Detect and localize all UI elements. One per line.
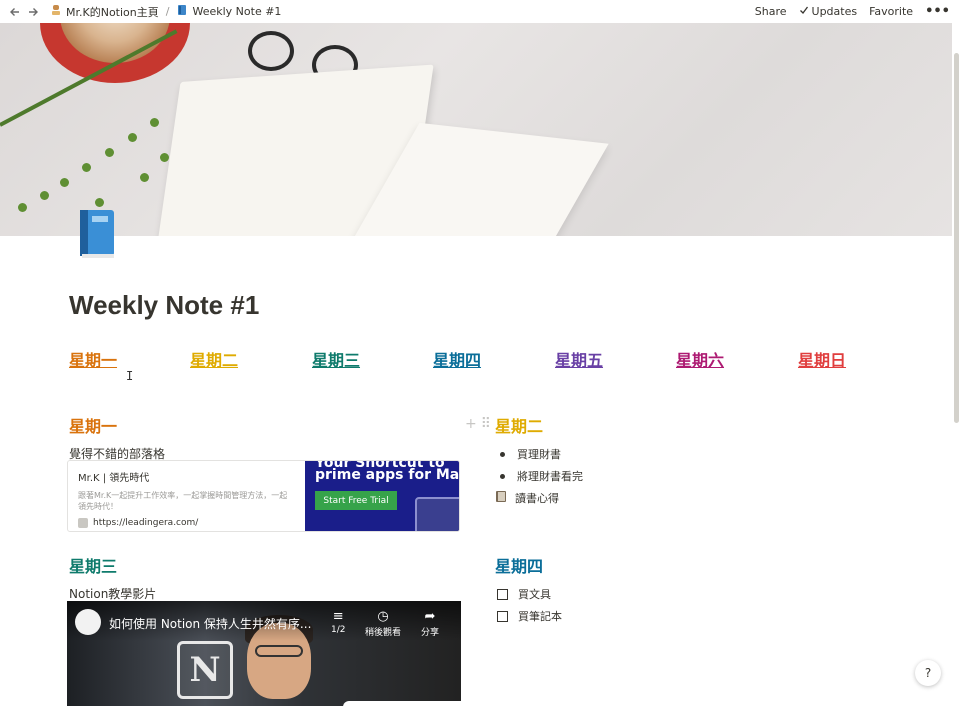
list-item[interactable]: 將理財書看完 [495,465,895,487]
add-block-icon[interactable]: + [465,416,477,432]
breadcrumb-current-label: Weekly Note #1 [192,5,282,18]
share-video-label: 分享 [421,628,440,638]
plant-leaf [105,148,114,157]
clock-icon: ◷ [377,609,389,624]
todo-item[interactable]: 買文具 [495,583,895,605]
ad-cta-button: Start Free Trial [315,491,397,510]
breadcrumb-current[interactable]: Weekly Note #1 [176,4,281,19]
checkmark-icon [799,5,809,18]
todo-item-text: 買筆記本 [518,610,562,623]
day-link-friday[interactable]: 星期五 [555,347,603,371]
ad-headline-2: prime apps for Mac [315,467,459,483]
forward-arrow-icon[interactable] [26,5,40,19]
video-caption-box [343,701,461,706]
watch-later-label: 稍後觀看 [365,628,402,638]
page-title[interactable]: Weekly Note #1 [69,290,259,321]
more-options-icon[interactable]: ••• [925,4,950,19]
presenter-glasses-image [255,645,303,657]
plant-leaf [95,198,104,207]
bullet-icon [500,473,505,479]
list-item-text: 買理財書 [517,448,561,461]
day-link-thursday[interactable]: 星期四 [433,347,481,371]
plant-leaf [128,133,137,142]
plant-leaf [60,178,69,187]
monday-heading[interactable]: 星期一 [69,413,459,437]
drag-handle-icon[interactable]: ⠿ [481,416,491,432]
page-link-item[interactable]: 讀書心得 [495,487,895,509]
thursday-heading[interactable]: 星期四 [495,553,895,577]
day-link-monday[interactable]: 星期一 [69,347,117,371]
bullet-icon [500,451,505,457]
monday-column: 星期一 覺得不錯的部落格 [69,413,459,462]
page-book-icon[interactable] [76,208,118,260]
scrollbar[interactable] [952,23,960,706]
list-item-text: 將理財書看完 [517,470,583,483]
channel-avatar[interactable] [75,609,101,635]
updates-button[interactable]: Updates [799,5,858,18]
bookmark-preview-image: Your Shortcut to prime apps for Mac Star… [305,461,459,531]
bookmark-url-text: https://leadingera.com/ [93,518,199,528]
playlist-icon: ≡ [332,609,344,624]
plant-leaf [160,153,169,162]
person-icon [50,4,62,19]
bookmark-description: 跟著Mr.K一起提升工作效率，一起掌握時間管理方法，一起領先時代！ [78,491,288,511]
block-handle: + ⠿ [465,416,491,432]
thursday-column: 星期四 買文具 買筆記本 [495,553,895,627]
share-arrow-icon: ➦ [424,609,436,624]
breadcrumb: Mr.K的Notion主頁 / Weekly Note #1 [50,4,281,20]
share-button[interactable]: Share [755,5,787,18]
plant-leaf [82,163,91,172]
page-link-label: 讀書心得 [515,492,559,505]
cover-image [0,23,952,236]
updates-label: Updates [811,5,858,18]
todo-item[interactable]: 買筆記本 [495,605,895,627]
text-cursor-icon: I [126,369,134,383]
tuesday-bullet-list: 買理財書 將理財書看完 讀書心得 [495,443,895,509]
thursday-todo-list: 買文具 買筆記本 [495,583,895,627]
watch-later-control[interactable]: ◷ 稍後觀看 [365,609,401,638]
favicon-icon [78,518,88,528]
back-arrow-icon[interactable] [8,5,22,19]
video-title[interactable]: 如何使用 Notion 保持人生井然有序... [109,615,311,632]
playlist-control[interactable]: ≡ 1/2 [331,609,345,635]
wednesday-heading[interactable]: 星期三 [69,553,459,577]
bookmark-url: https://leadingera.com/ [78,518,295,528]
list-item[interactable]: 買理財書 [495,443,895,465]
share-video-control[interactable]: ➦ 分享 [421,609,439,638]
day-link-saturday[interactable]: 星期六 [676,347,724,371]
glasses-left-image [248,31,294,71]
laptop-screen-image [415,497,459,531]
bookmark-title: Mr.K | 領先時代 [78,473,150,484]
breadcrumb-home-label: Mr.K的Notion主頁 [66,5,159,19]
bookmark-text: Mr.K | 領先時代 跟著Mr.K一起提升工作效率，一起掌握時間管理方法，一起… [68,461,305,531]
notion-logo-image: N [177,641,233,699]
book-icon [176,4,188,19]
playlist-count: 1/2 [331,625,346,635]
bookmark-card[interactable]: Mr.K | 領先時代 跟著Mr.K一起提升工作效率，一起掌握時間管理方法，一起… [67,460,460,532]
checkbox[interactable] [497,610,508,622]
plant-leaf [150,118,159,127]
day-link-tuesday[interactable]: 星期二 [190,347,238,371]
notebook-icon [495,490,507,506]
help-button[interactable]: ? [915,660,941,686]
tuesday-heading[interactable]: 星期二 [495,413,895,437]
scrollbar-thumb[interactable] [954,53,959,423]
day-link-wednesday[interactable]: 星期三 [312,347,360,371]
todo-item-text: 買文具 [518,588,551,601]
tuesday-column: 星期二 買理財書 將理財書看完 讀書心得 [495,413,895,509]
wednesday-subtitle[interactable]: Notion教學影片 [69,585,459,602]
breadcrumb-separator: / [165,5,170,18]
plant-leaf [18,203,27,212]
day-links: 星期一 星期二 星期三 星期四 星期五 星期六 星期日 [69,347,869,371]
plant-leaf [140,173,149,182]
plant-leaf [40,191,49,200]
topbar: Mr.K的Notion主頁 / Weekly Note #1 Share Upd… [0,0,960,23]
breadcrumb-home[interactable]: Mr.K的Notion主頁 [50,4,159,20]
favorite-button[interactable]: Favorite [869,5,913,18]
checkbox[interactable] [497,588,508,600]
video-embed[interactable]: N 如何使用 Notion 保持人生井然有序... ≡ 1/2 ◷ 稍後觀看 ➦… [67,601,461,706]
day-link-sunday[interactable]: 星期日 [798,347,846,371]
wednesday-column: 星期三 Notion教學影片 [69,553,459,602]
